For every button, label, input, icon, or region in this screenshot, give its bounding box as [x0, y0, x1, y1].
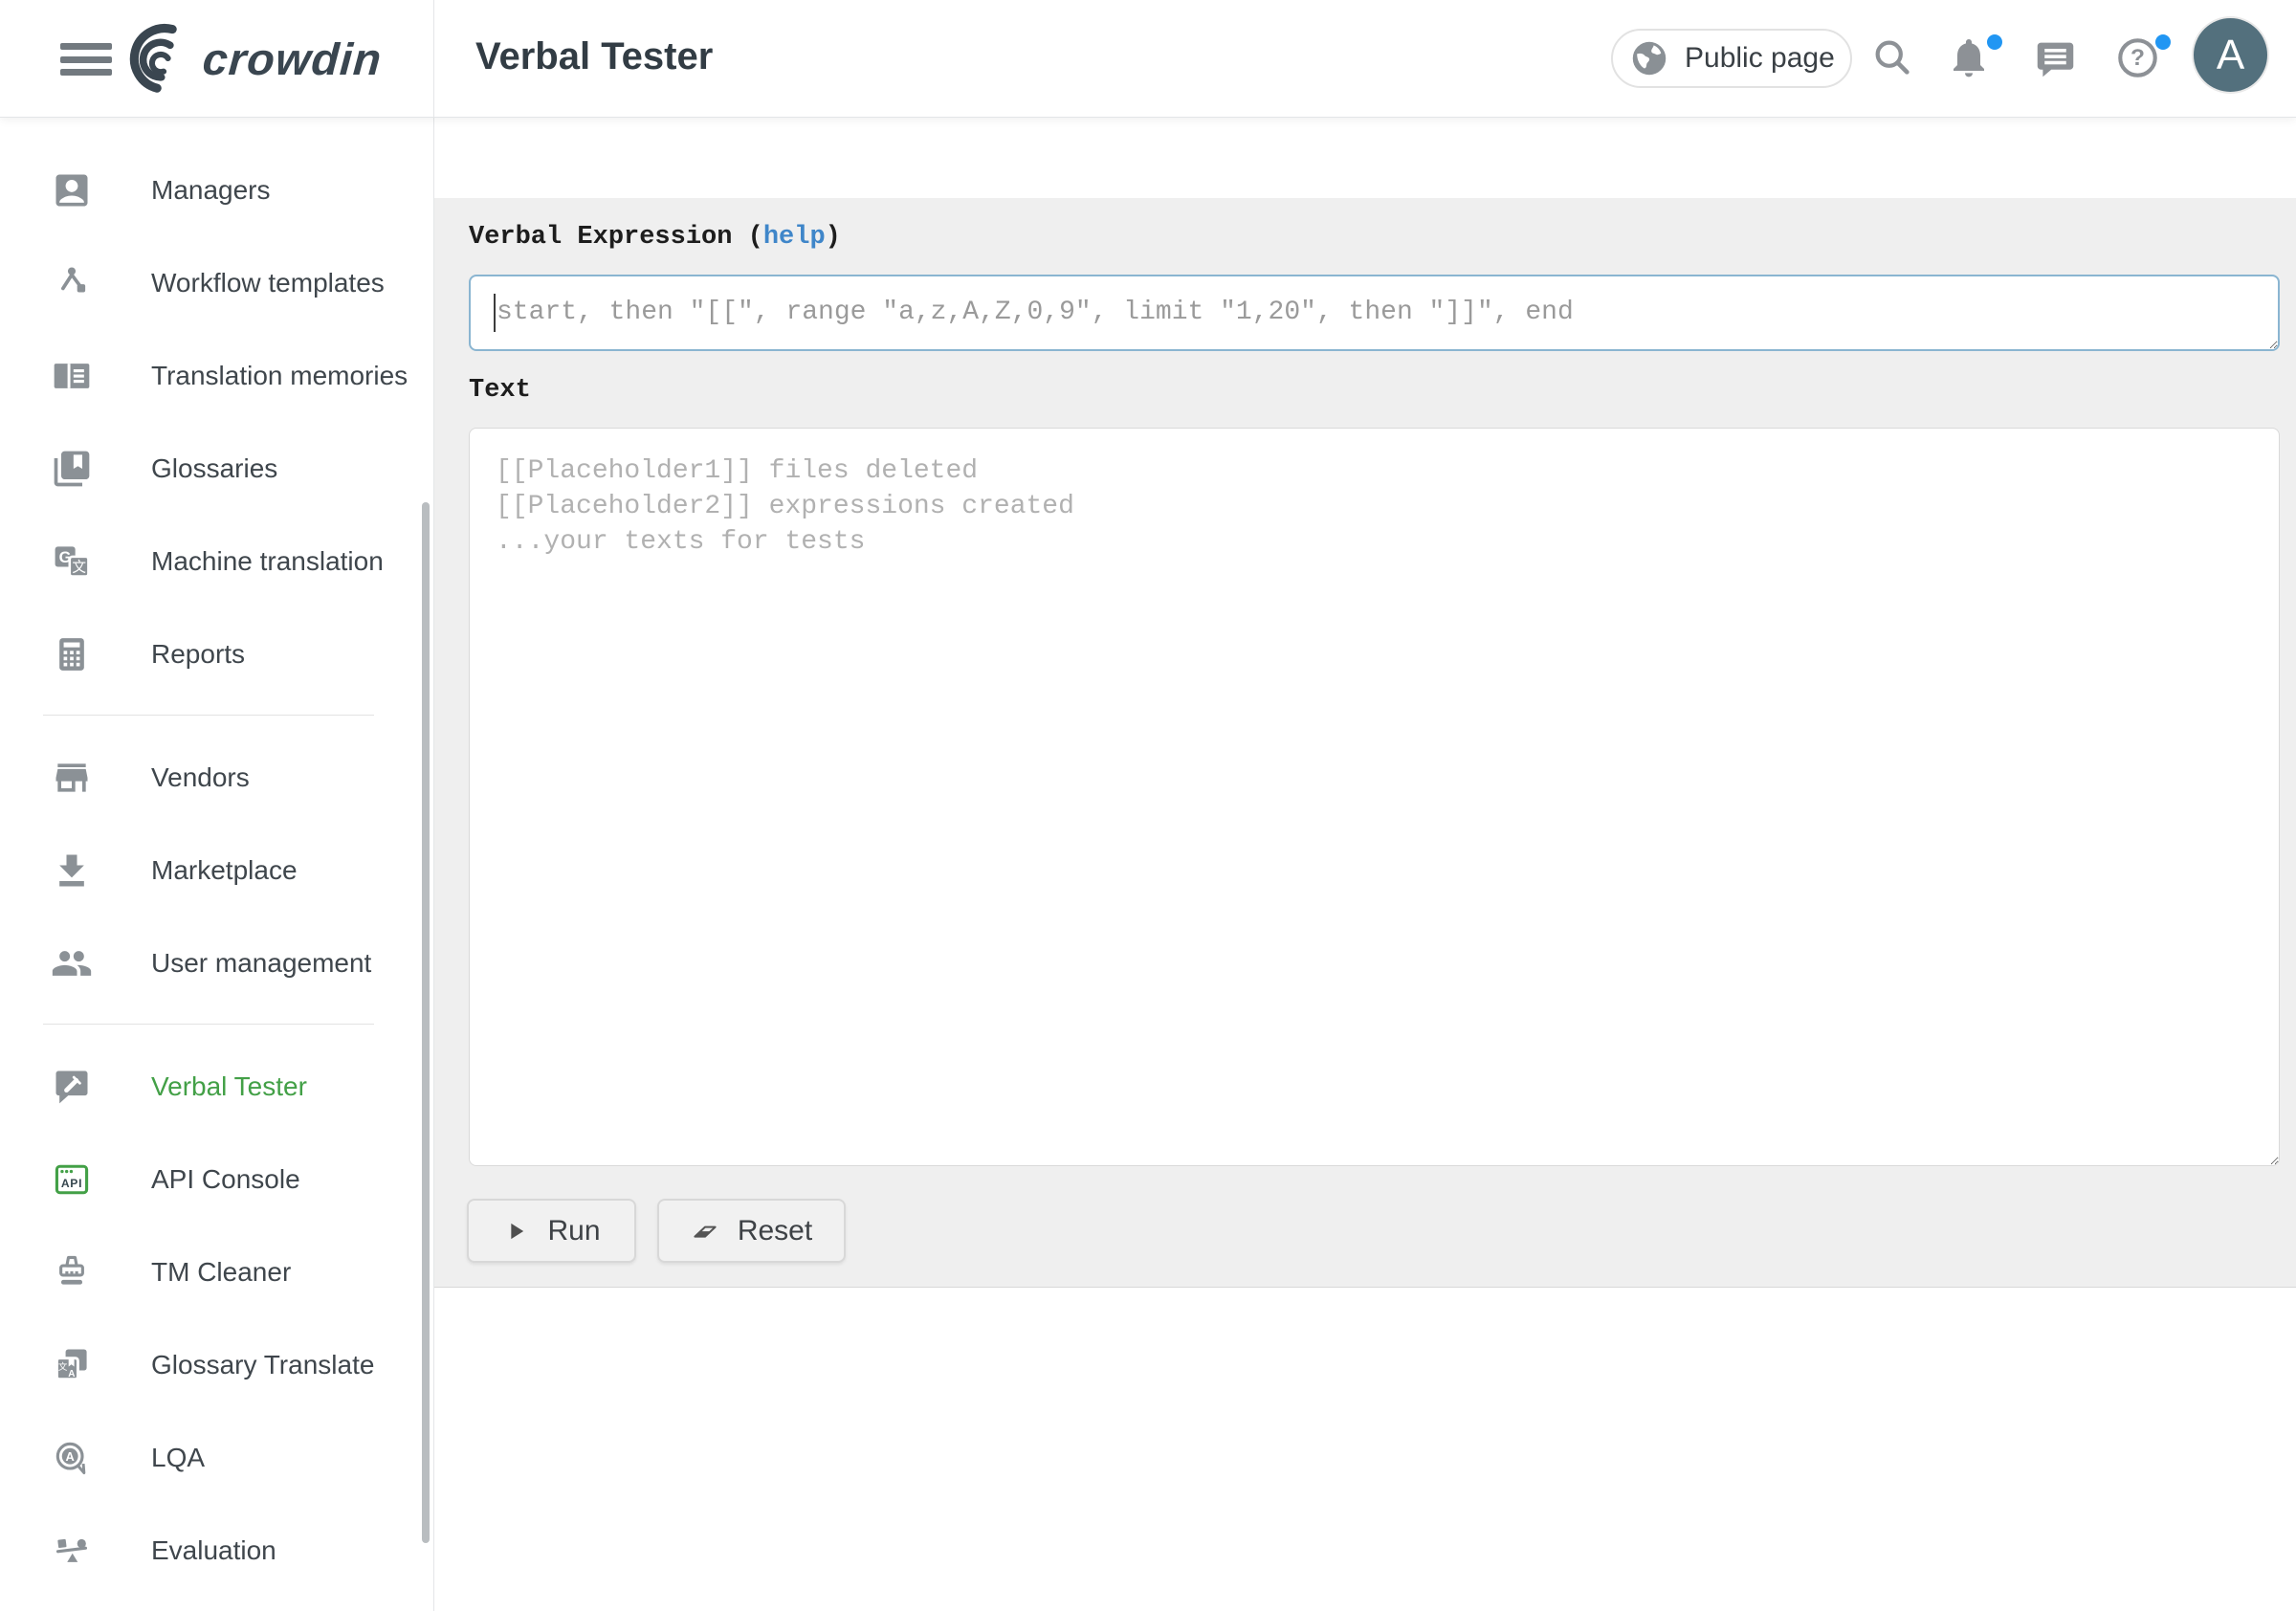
sidebar-item-label: Reports: [151, 639, 245, 670]
reset-button-label: Reset: [738, 1215, 812, 1247]
globe-icon: [1628, 37, 1670, 79]
sidebar-item-translation-memories[interactable]: Translation memories: [0, 329, 433, 422]
sidebar-item-glossary-translate[interactable]: 文 A Glossary Translate: [0, 1318, 433, 1411]
search-icon[interactable]: [1870, 35, 1914, 79]
header-left-section: crowdin: [0, 0, 434, 117]
sidebar-item-label: Verbal Tester: [151, 1071, 307, 1102]
reset-button[interactable]: Reset: [657, 1199, 846, 1263]
sidebar-item-label: LQA: [151, 1443, 205, 1473]
sidebar-item-label: TM Cleaner: [151, 1257, 291, 1288]
sidebar-item-reports[interactable]: Reports: [0, 607, 433, 700]
svg-text:?: ?: [2130, 45, 2145, 71]
sidebar-item-label: API Console: [151, 1164, 300, 1195]
sidebar-item-verbal-tester[interactable]: Verbal Tester: [0, 1040, 433, 1133]
sidebar-item-label: Glossaries: [151, 453, 277, 484]
run-button[interactable]: Run: [467, 1199, 636, 1263]
menu-icon[interactable]: [60, 43, 112, 76]
label-prefix: Verbal Expression (: [469, 223, 763, 252]
top-header: crowdin Verbal Tester Public page ? A: [0, 0, 2296, 118]
sidebar-item-lqa[interactable]: A LQA: [0, 1411, 433, 1504]
text-caret: [494, 294, 496, 332]
sidebar-item-workflow-templates[interactable]: Workflow templates: [0, 236, 433, 329]
sidebar-item-tm-cleaner[interactable]: TM Cleaner: [0, 1225, 433, 1318]
sidebar-item-label: Machine translation: [151, 546, 384, 577]
sidebar-item-api-console[interactable]: API API Console: [0, 1133, 433, 1225]
sidebar-item-label: Workflow templates: [151, 268, 385, 298]
sidebar-item-machine-translation[interactable]: G 文 Machine translation: [0, 515, 433, 607]
sidebar-item-vendors[interactable]: Vendors: [0, 731, 433, 824]
crowdin-logo-mark: [124, 22, 197, 95]
sidebar-item-label: Evaluation: [151, 1535, 276, 1566]
sidebar-item-glossaries[interactable]: Glossaries: [0, 422, 433, 515]
sidebar-divider: [43, 715, 374, 716]
account-box-icon: [51, 169, 93, 211]
sidebar-divider: [43, 1024, 374, 1025]
help-link[interactable]: help: [763, 223, 826, 252]
bookmark-book-icon: [51, 448, 93, 490]
play-icon: [502, 1218, 529, 1245]
sidebar-nav: Managers Workflow templates Translation …: [0, 143, 433, 1597]
api-window-icon: API: [51, 1159, 93, 1201]
text-label: Text: [469, 376, 531, 405]
run-button-label: Run: [547, 1215, 600, 1247]
sidebar-item-marketplace[interactable]: Marketplace: [0, 824, 433, 916]
public-page-label: Public page: [1685, 42, 1835, 75]
sidebar-item-label: Managers: [151, 175, 271, 206]
brush-icon: [51, 1251, 93, 1293]
sidebar-item-label: Translation memories: [151, 361, 408, 391]
search-a-icon: A: [51, 1437, 93, 1479]
sidebar: Managers Workflow templates Translation …: [0, 118, 434, 1611]
svg-text:文: 文: [58, 1360, 68, 1372]
text-input[interactable]: [469, 428, 2280, 1166]
sidebar-item-user-management[interactable]: User management: [0, 916, 433, 1009]
download-icon: [51, 850, 93, 892]
machine-translate-icon: G 文: [51, 541, 93, 583]
label-suffix: ): [826, 223, 841, 252]
help-notification-dot: [2152, 32, 2174, 53]
sidebar-item-evaluation[interactable]: Evaluation: [0, 1504, 433, 1597]
workflow-icon: [51, 262, 93, 304]
sidebar-item-managers[interactable]: Managers: [0, 143, 433, 236]
svg-text:API: API: [61, 1177, 82, 1190]
svg-text:A: A: [68, 1369, 75, 1379]
sidebar-item-label: Vendors: [151, 762, 250, 793]
calculator-icon: [51, 633, 93, 675]
crowdin-logo[interactable]: crowdin: [124, 21, 382, 96]
verbal-tester-panel: Verbal Expression (help) Text Run Reset: [434, 198, 2296, 1288]
eraser-icon: [691, 1217, 719, 1246]
bell-notification-dot: [1984, 32, 2005, 53]
action-buttons: Run Reset: [467, 1199, 846, 1263]
sidebar-item-label: User management: [151, 948, 371, 979]
glossary-translate-icon: 文 A: [51, 1344, 93, 1386]
memory-card-icon: [51, 355, 93, 397]
balance-icon: [51, 1530, 93, 1572]
crowdin-wordmark: crowdin: [201, 33, 384, 85]
svg-text:A: A: [66, 1448, 75, 1463]
flask-bubble-icon: [51, 1066, 93, 1108]
storefront-icon: [51, 757, 93, 799]
verbal-expression-input[interactable]: [469, 275, 2280, 351]
svg-text:文: 文: [72, 559, 86, 575]
chat-icon[interactable]: [2034, 37, 2077, 80]
sidebar-item-label: Marketplace: [151, 855, 298, 886]
people-icon: [51, 942, 93, 984]
sidebar-scrollbar[interactable]: [422, 502, 430, 1543]
page-title: Verbal Tester: [475, 35, 713, 78]
sidebar-item-label: Glossary Translate: [151, 1350, 374, 1380]
avatar[interactable]: A: [2192, 16, 2269, 94]
verbal-expression-label: Verbal Expression (help): [469, 223, 841, 252]
public-page-button[interactable]: Public page: [1611, 29, 1852, 88]
